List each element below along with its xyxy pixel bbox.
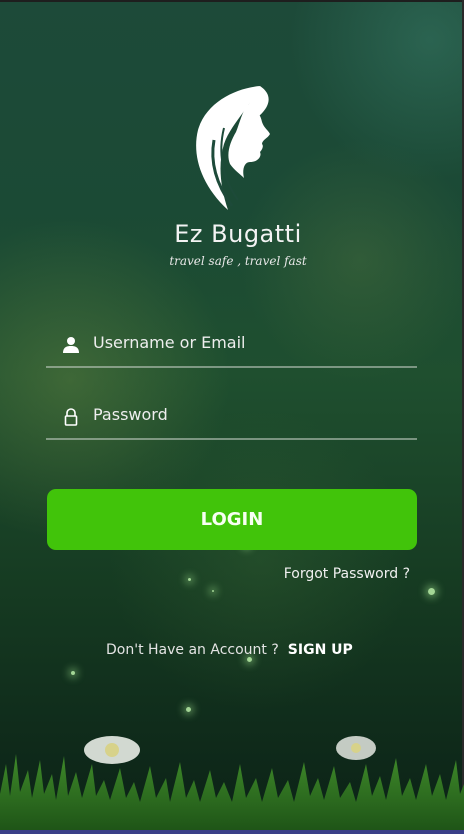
sign-up-link[interactable]: SIGN UP <box>288 642 353 658</box>
daisy-flower-decoration <box>84 736 140 764</box>
username-placeholder: Username or Email <box>93 333 246 352</box>
username-underline <box>46 366 417 368</box>
lock-icon <box>64 408 78 426</box>
daisy-flower-decoration <box>336 736 376 760</box>
sparkle-decoration <box>71 671 75 675</box>
woman-profile-logo-icon <box>196 86 270 210</box>
sparkle-decoration <box>428 588 435 595</box>
app-tagline: travel safe , travel fast <box>169 254 307 268</box>
username-field[interactable]: Username or Email <box>46 328 417 368</box>
user-icon <box>63 337 79 353</box>
password-underline <box>46 438 417 440</box>
password-placeholder: Password <box>93 405 168 424</box>
sparkle-decoration <box>186 707 191 712</box>
app-title: Ez Bugatti <box>174 220 302 248</box>
signup-row: Don't Have an Account ? SIGN UP <box>106 642 353 658</box>
password-field[interactable]: Password <box>46 400 417 440</box>
top-border <box>0 0 464 2</box>
signup-prompt: Don't Have an Account ? <box>106 642 279 658</box>
sparkle-decoration <box>188 578 191 581</box>
forgot-password-link[interactable]: Forgot Password ? <box>284 566 410 582</box>
login-screen: Ez Bugatti travel safe , travel fast Use… <box>0 0 464 834</box>
sparkle-decoration <box>212 590 214 592</box>
bottom-border <box>0 830 464 834</box>
login-button[interactable]: LOGIN <box>47 489 417 550</box>
grass-decoration <box>0 736 464 834</box>
